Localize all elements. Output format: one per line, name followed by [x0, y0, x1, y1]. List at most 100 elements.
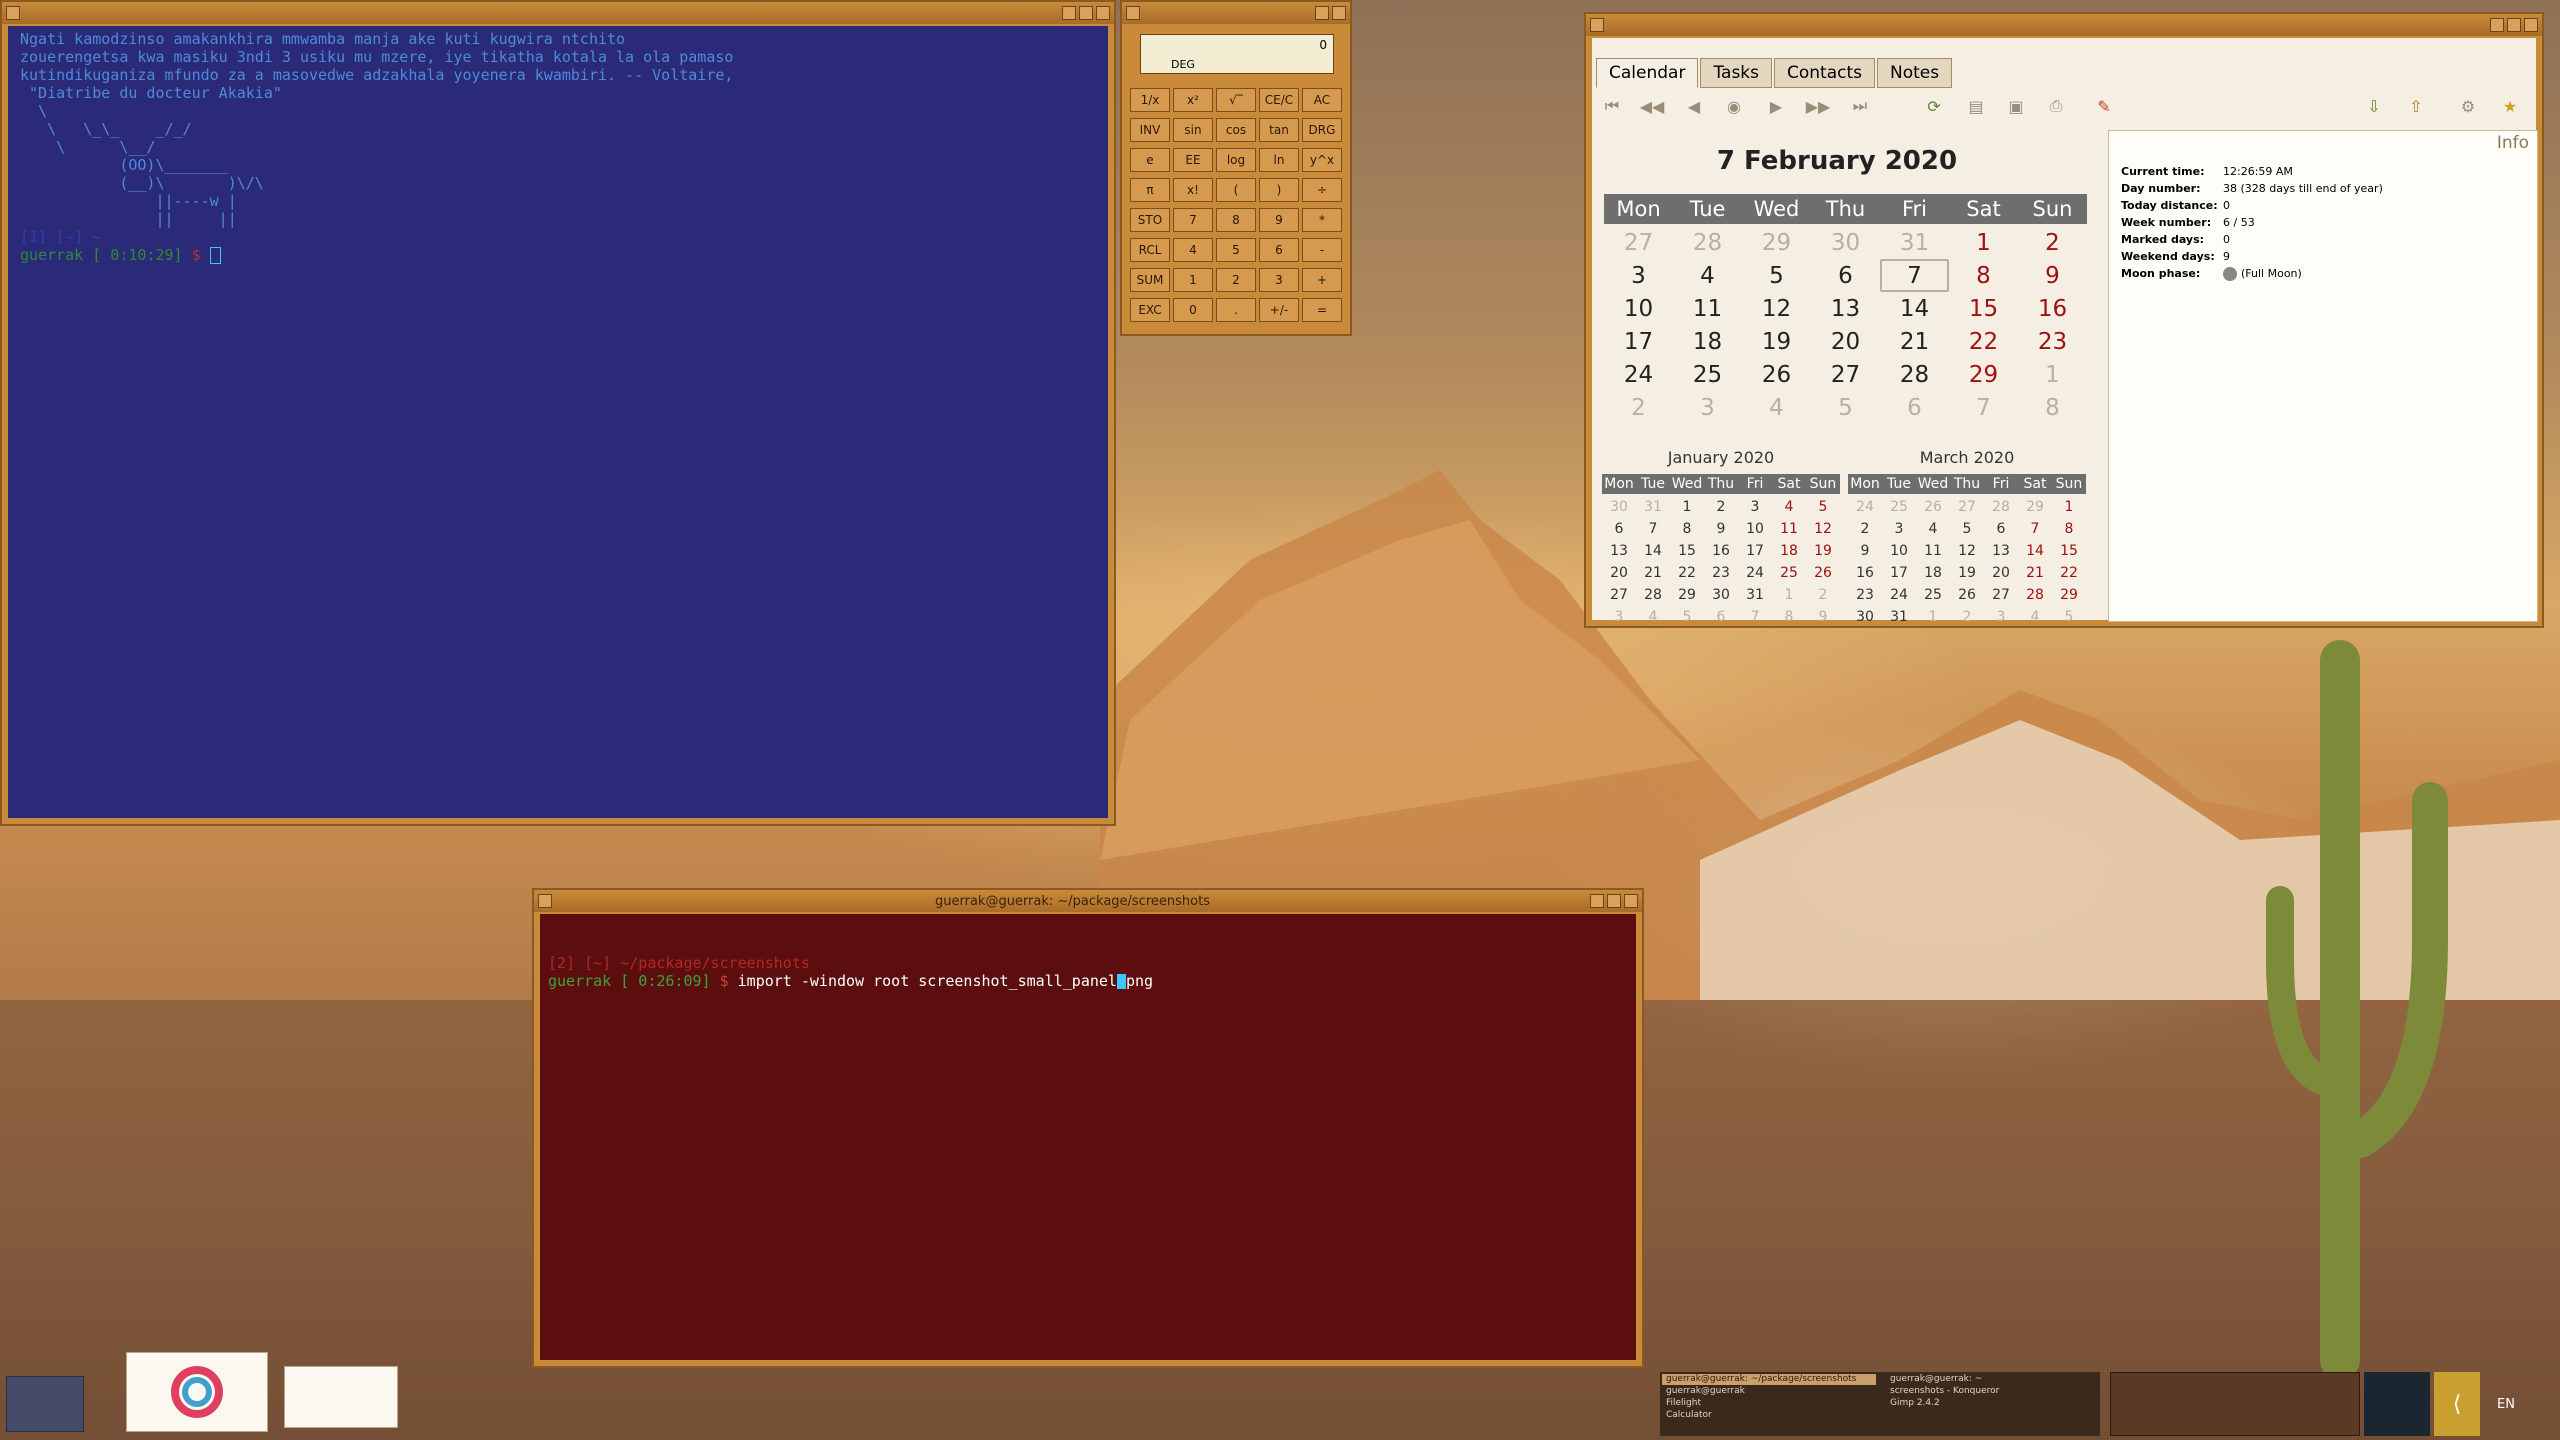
mini-date-cell[interactable]: 18 — [1772, 540, 1806, 562]
mini-date-cell[interactable]: 28 — [2018, 584, 2052, 606]
mini-date-cell[interactable]: 29 — [2018, 496, 2052, 518]
mini-date-cell[interactable]: 3 — [1738, 496, 1772, 518]
calc-key[interactable]: STO — [1130, 208, 1170, 232]
mini-date-cell[interactable]: 13 — [1602, 540, 1636, 562]
mini-date-cell[interactable]: 2 — [1704, 496, 1738, 518]
calc-key[interactable]: π — [1130, 178, 1170, 202]
minimize-icon[interactable] — [1062, 6, 1076, 20]
previous-day-icon[interactable]: ◀ — [1682, 94, 1706, 118]
calendar-titlebar[interactable] — [1586, 14, 2542, 36]
mini-date-cell[interactable]: 10 — [1738, 518, 1772, 540]
mini-date-cell[interactable]: 31 — [1882, 606, 1916, 628]
mini-date-cell[interactable]: 12 — [1806, 518, 1840, 540]
calc-key[interactable]: 5 — [1216, 238, 1256, 262]
calc-key[interactable]: y^x — [1302, 148, 1342, 172]
calc-key[interactable]: SUM — [1130, 268, 1170, 292]
date-cell[interactable]: 29 — [1742, 226, 1811, 259]
window-menu-icon[interactable] — [6, 6, 20, 20]
mini-date-cell[interactable]: 7 — [1738, 606, 1772, 628]
calc-key[interactable]: ÷ — [1302, 178, 1342, 202]
date-cell[interactable]: 27 — [1604, 226, 1673, 259]
date-cell[interactable]: 10 — [1604, 292, 1673, 325]
close-icon[interactable] — [2524, 18, 2538, 32]
export-icon[interactable]: ⇧ — [2404, 94, 2428, 118]
print-icon[interactable]: ⎙ — [2044, 94, 2068, 118]
mini-date-cell[interactable]: 9 — [1806, 606, 1840, 628]
calendar-window[interactable]: Calendar Tasks Contacts Notes ⏮ ◀◀ ◀ ◉ ▶… — [1584, 12, 2544, 628]
mini-date-cell[interactable]: 30 — [1704, 584, 1738, 606]
mini-date-cell[interactable]: 4 — [1636, 606, 1670, 628]
mini-date-cell[interactable]: 27 — [1984, 584, 2018, 606]
mini-date-cell[interactable]: 20 — [1602, 562, 1636, 584]
date-cell[interactable]: 8 — [1949, 259, 2018, 292]
minimize-icon[interactable] — [2490, 18, 2504, 32]
date-cell[interactable]: 22 — [1949, 325, 2018, 358]
refresh-icon[interactable]: ⟳ — [1922, 94, 1946, 118]
calc-key[interactable]: log — [1216, 148, 1256, 172]
task-item[interactable]: guerrak@guerrak: ~ — [1886, 1374, 2100, 1385]
mini-date-cell[interactable]: 2 — [1950, 606, 1984, 628]
calc-key[interactable]: 0 — [1173, 298, 1213, 322]
mini-date-cell[interactable]: 20 — [1984, 562, 2018, 584]
mini-date-cell[interactable]: 1 — [1772, 584, 1806, 606]
mini-date-cell[interactable]: 9 — [1848, 540, 1882, 562]
today-icon[interactable]: ◉ — [1722, 94, 1746, 118]
calc-key[interactable]: ( — [1216, 178, 1256, 202]
calc-key[interactable]: cos — [1216, 118, 1256, 142]
mini-date-cell[interactable]: 23 — [1848, 584, 1882, 606]
mini-date-cell[interactable]: 16 — [1704, 540, 1738, 562]
mini-date-cell[interactable]: 7 — [1636, 518, 1670, 540]
mini-date-cell[interactable]: 18 — [1916, 562, 1950, 584]
date-cell[interactable]: 27 — [1811, 358, 1880, 391]
mini-date-cell[interactable]: 27 — [1950, 496, 1984, 518]
calc-key[interactable]: 8 — [1216, 208, 1256, 232]
mini-date-cell[interactable]: 8 — [1772, 606, 1806, 628]
calc-key[interactable]: = — [1302, 298, 1342, 322]
mini-date-cell[interactable]: 17 — [1882, 562, 1916, 584]
mini-date-cell[interactable]: 29 — [1670, 584, 1704, 606]
calc-key[interactable]: * — [1302, 208, 1342, 232]
window-menu-icon[interactable] — [538, 894, 552, 908]
tab-calendar[interactable]: Calendar — [1596, 58, 1699, 88]
mini-date-cell[interactable]: 14 — [2018, 540, 2052, 562]
mini-date-cell[interactable]: 13 — [1984, 540, 2018, 562]
maximize-icon[interactable] — [2507, 18, 2521, 32]
date-cell[interactable]: 25 — [1673, 358, 1742, 391]
calc-key[interactable]: 4 — [1173, 238, 1213, 262]
mini-date-cell[interactable]: 5 — [1806, 496, 1840, 518]
mini-date-cell[interactable]: 25 — [1882, 496, 1916, 518]
date-cell[interactable]: 8 — [2018, 391, 2087, 424]
calc-key[interactable]: √‾ — [1216, 88, 1256, 112]
mini-date-cell[interactable]: 28 — [1636, 584, 1670, 606]
calc-key[interactable]: DRG — [1302, 118, 1342, 142]
tab-contacts[interactable]: Contacts — [1774, 58, 1875, 88]
mini-date-cell[interactable]: 5 — [1670, 606, 1704, 628]
mini-date-cell[interactable]: 5 — [2052, 606, 2086, 628]
date-cell[interactable]: 6 — [1811, 259, 1880, 292]
mini-date-cell[interactable]: 28 — [1984, 496, 2018, 518]
date-cell[interactable]: 16 — [2018, 292, 2087, 325]
calc-key[interactable]: RCL — [1130, 238, 1170, 262]
date-cell[interactable]: 2 — [2018, 226, 2087, 259]
calc-key[interactable]: AC — [1302, 88, 1342, 112]
calc-key[interactable]: - — [1302, 238, 1342, 262]
system-tray-pager[interactable] — [2110, 1372, 2360, 1436]
mini-date-cell[interactable]: 19 — [1950, 562, 1984, 584]
date-cell[interactable]: 18 — [1673, 325, 1742, 358]
calc-key[interactable]: sin — [1173, 118, 1213, 142]
calc-key[interactable]: 2 — [1216, 268, 1256, 292]
calc-key[interactable]: . — [1216, 298, 1256, 322]
date-cell[interactable]: 23 — [2018, 325, 2087, 358]
mini-date-cell[interactable]: 25 — [1772, 562, 1806, 584]
mini-date-cell[interactable]: 8 — [2052, 518, 2086, 540]
date-cell[interactable]: 2 — [1604, 391, 1673, 424]
mini-date-cell[interactable]: 6 — [1704, 606, 1738, 628]
mini-date-cell[interactable]: 30 — [1848, 606, 1882, 628]
calc-key[interactable]: +/- — [1259, 298, 1299, 322]
mini-date-cell[interactable]: 4 — [1772, 496, 1806, 518]
date-cell[interactable]: 3 — [1673, 391, 1742, 424]
date-cell[interactable]: 14 — [1880, 292, 1949, 325]
mini-date-cell[interactable]: 12 — [1950, 540, 1984, 562]
date-cell[interactable]: 26 — [1742, 358, 1811, 391]
next-year-icon[interactable]: ⏭ — [1848, 94, 1872, 118]
